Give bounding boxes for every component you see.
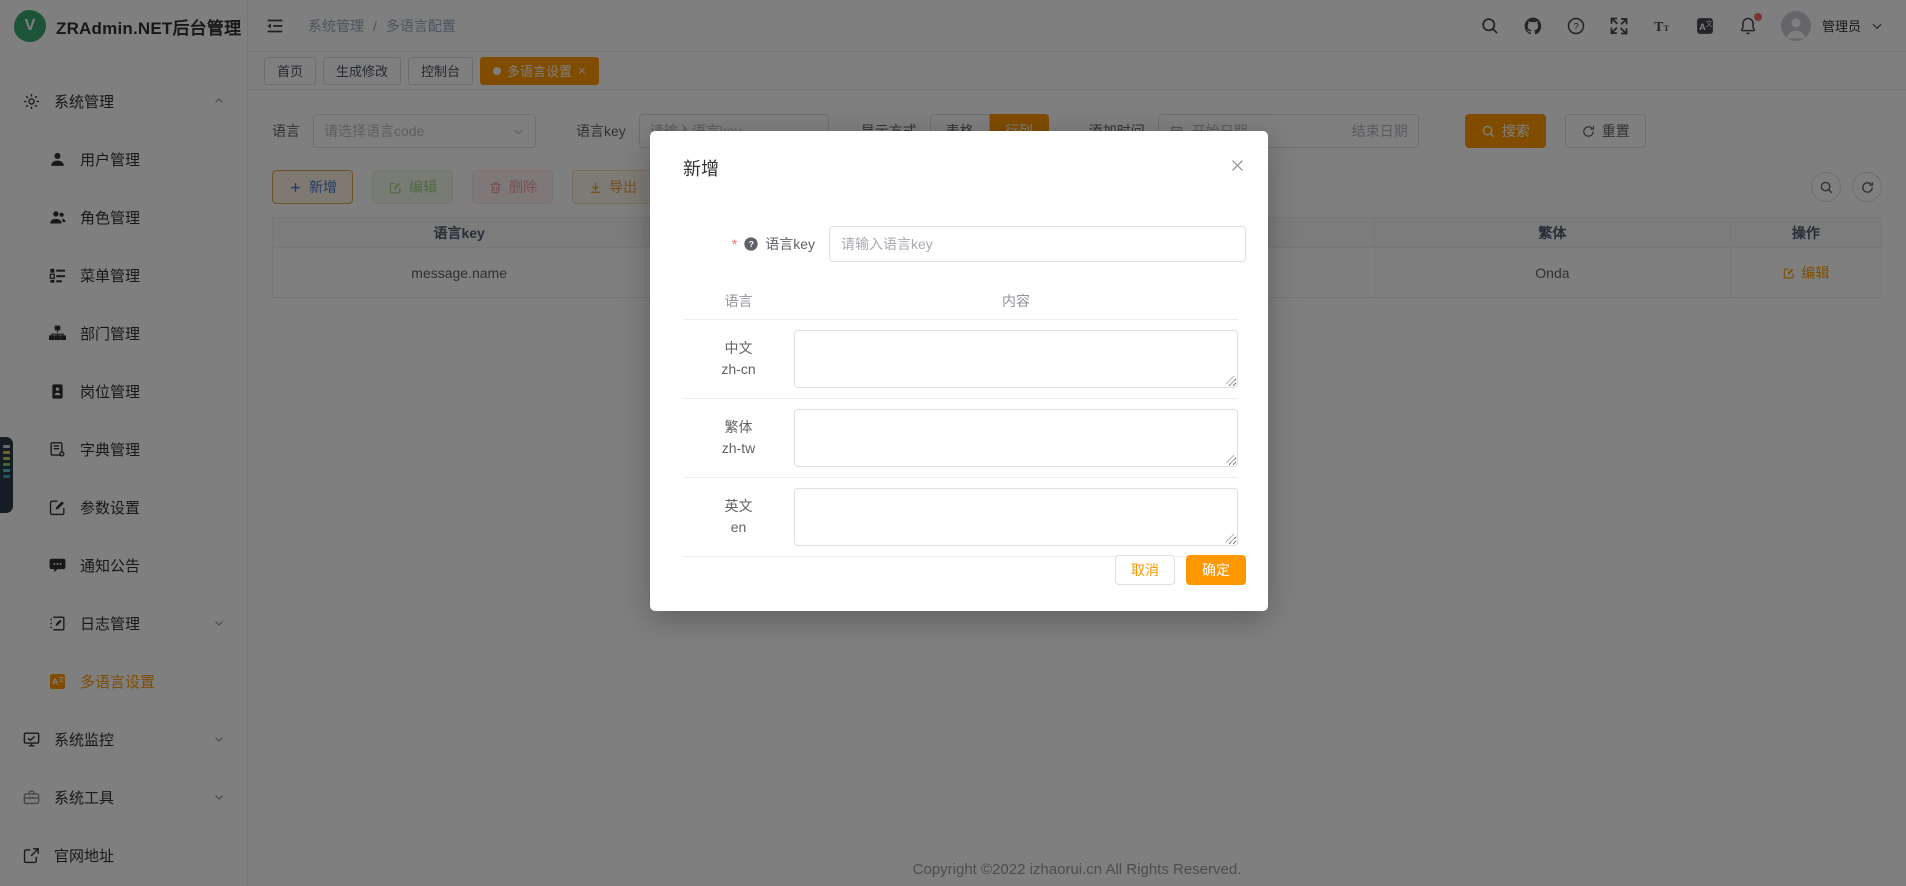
dialog-lang-row-zh-cn: 中文 zh-cn <box>683 319 1238 398</box>
dialog-table-header: 语言 内容 <box>683 283 1238 319</box>
dialog-footer: 取消 确定 <box>1115 555 1246 585</box>
dialog-key-form-row: * ? 语言key <box>683 226 1246 262</box>
dialog-lang-label: 英文 en <box>683 496 794 538</box>
lang-name: 繁体 <box>683 417 794 438</box>
dialog-title: 新增 <box>683 155 719 181</box>
dialog-lang-row-en: 英文 en <box>683 477 1238 557</box>
svg-text:?: ? <box>749 239 754 249</box>
dialog-col-language: 语言 <box>683 291 794 311</box>
close-icon[interactable] <box>1229 157 1246 174</box>
lang-code: zh-cn <box>683 359 794 380</box>
dialog-lang-label: 繁体 zh-tw <box>683 417 794 459</box>
dialog-lang-textarea-wrap <box>794 488 1238 546</box>
dialog-lang-textarea-wrap <box>794 409 1238 467</box>
dialog-lang-label: 中文 zh-cn <box>683 338 794 380</box>
dialog-key-label-wrap: * ? 语言key <box>683 234 815 254</box>
dialog-key-input-wrap <box>829 226 1246 262</box>
zh-cn-content-textarea[interactable] <box>794 330 1238 388</box>
lang-code: zh-tw <box>683 438 794 459</box>
lang-code: en <box>683 517 794 538</box>
lang-name: 英文 <box>683 496 794 517</box>
dialog-key-label: 语言key <box>765 234 815 254</box>
lang-name: 中文 <box>683 338 794 359</box>
dialog-lang-textarea-wrap <box>794 330 1238 388</box>
zh-tw-content-textarea[interactable] <box>794 409 1238 467</box>
dialog-lang-row-zh-tw: 繁体 zh-tw <box>683 398 1238 477</box>
dialog-col-content: 内容 <box>794 291 1238 311</box>
required-asterisk: * <box>732 236 737 252</box>
add-dialog: 新增 * ? 语言key 语言 内容 中文 zh-cn <box>650 131 1268 611</box>
question-filled-icon[interactable]: ? <box>743 236 759 252</box>
dialog-language-table: 语言 内容 中文 zh-cn 繁体 zh-tw <box>683 283 1238 557</box>
dialog-key-input[interactable] <box>841 236 1234 252</box>
confirm-button[interactable]: 确定 <box>1186 555 1246 585</box>
cancel-button[interactable]: 取消 <box>1115 555 1175 585</box>
en-content-textarea[interactable] <box>794 488 1238 546</box>
